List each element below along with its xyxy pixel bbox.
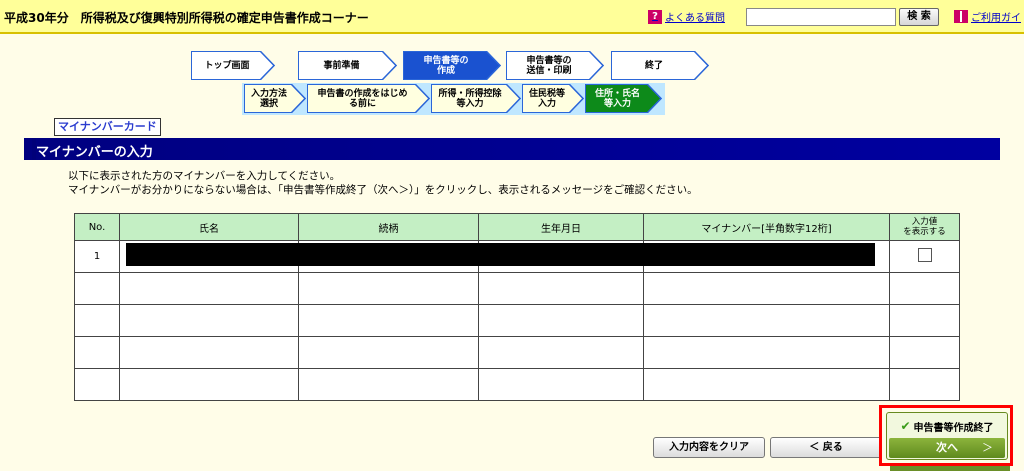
step-send-print: 申告書等の 送信・印刷 xyxy=(506,51,604,80)
column-header: マイナンバー[半角数字12桁] xyxy=(643,213,890,241)
step-label: 事前準備 xyxy=(323,60,360,71)
column-header: 氏名 xyxy=(119,213,299,241)
substep-resident-tax: 住民税等 入力 xyxy=(522,84,584,113)
show-value-checkbox[interactable] xyxy=(917,248,932,262)
substep-label: 申告書の作成をはじめ る前に xyxy=(317,88,408,109)
table-row xyxy=(74,272,960,305)
step-label: 申告書等の 送信・印刷 xyxy=(526,55,572,76)
instruction-text: 以下に表示された方のマイナンバーを入力してください。 xyxy=(68,170,341,182)
table-row xyxy=(74,368,960,401)
instruction-text: マイナンバーがお分かりにならない場合は、「申告書等作成終了（次へ＞）」をクリック… xyxy=(68,184,698,196)
question-icon: ? xyxy=(648,9,662,24)
section-title: マイナンバーの入力 xyxy=(36,145,153,160)
next-label: 次へ xyxy=(936,441,958,454)
mynumber-table: No. 氏名 続柄 生年月日 マイナンバー[半角数字12桁] 入力値 を表示する … xyxy=(74,213,960,401)
guide-label: ご利用ガイ xyxy=(971,13,1021,24)
faq-link[interactable]: ? よくある質問 xyxy=(648,9,725,24)
substep-label: 所得・所得控除 等入力 xyxy=(438,88,502,109)
column-header: 生年月日 xyxy=(478,213,644,241)
row-number: 1 xyxy=(74,240,120,273)
table-header-row: No. 氏名 続柄 生年月日 マイナンバー[半角数字12桁] 入力値 を表示する xyxy=(74,213,960,241)
row-number xyxy=(74,368,120,401)
chevron-right-icon: ＞ xyxy=(982,441,993,454)
step-top: トップ画面 xyxy=(191,51,275,80)
check-icon: ✔ xyxy=(900,419,911,433)
app-title: 平成30年分 所得税及び復興特別所得税の確定申告書作成コーナー xyxy=(4,11,369,25)
search-button[interactable]: 検 索 xyxy=(899,8,939,26)
substep-label: 住所・氏名 等入力 xyxy=(594,88,640,109)
step-label: トップ画面 xyxy=(204,60,250,71)
step-create-forms: 申告書等の 作成 xyxy=(403,51,501,80)
table-row xyxy=(74,304,960,337)
step-preparation: 事前準備 xyxy=(298,51,397,80)
step-label: 終了 xyxy=(644,60,663,71)
clear-input-button[interactable]: 入力内容をクリア xyxy=(653,437,765,458)
faq-label: よくある質問 xyxy=(665,13,725,24)
redacted-area xyxy=(126,243,875,266)
table-row xyxy=(74,336,960,369)
substep-input-method: 入力方法 選択 xyxy=(244,84,306,113)
section-title-bar xyxy=(24,138,1000,160)
row-number xyxy=(74,304,120,337)
column-header: 続柄 xyxy=(298,213,479,241)
substep-address-name: 住所・氏名 等入力 xyxy=(585,84,662,113)
book-icon xyxy=(954,10,968,23)
bottom-strip xyxy=(890,466,1010,471)
substep-label: 入力方法 選択 xyxy=(250,88,287,109)
step-finish: 終了 xyxy=(611,51,709,80)
column-header: 入力値 を表示する xyxy=(889,213,960,241)
row-number xyxy=(74,336,120,369)
next-button[interactable]: 次へ ＞ xyxy=(889,438,1005,458)
substep-label: 住民税等 入力 xyxy=(528,88,565,109)
substep-before-start: 申告書の作成をはじめ る前に xyxy=(307,84,430,113)
search-input[interactable] xyxy=(746,8,896,26)
finish-label: 申告書等作成終了 xyxy=(913,422,994,434)
show-value-cell xyxy=(889,240,960,273)
column-header: No. xyxy=(74,213,120,241)
substep-income-deductions: 所得・所得控除 等入力 xyxy=(431,84,521,113)
finish-forms-button[interactable]: ✔ 申告書等作成終了 次へ ＞ xyxy=(886,412,1008,460)
mynumber-card-tab[interactable]: マイナンバーカード xyxy=(54,118,161,136)
step-label: 申告書等の 作成 xyxy=(423,55,469,76)
row-number xyxy=(74,272,120,305)
guide-link[interactable]: ご利用ガイ xyxy=(954,9,1021,24)
back-button[interactable]: ＜ 戻る xyxy=(770,437,882,458)
